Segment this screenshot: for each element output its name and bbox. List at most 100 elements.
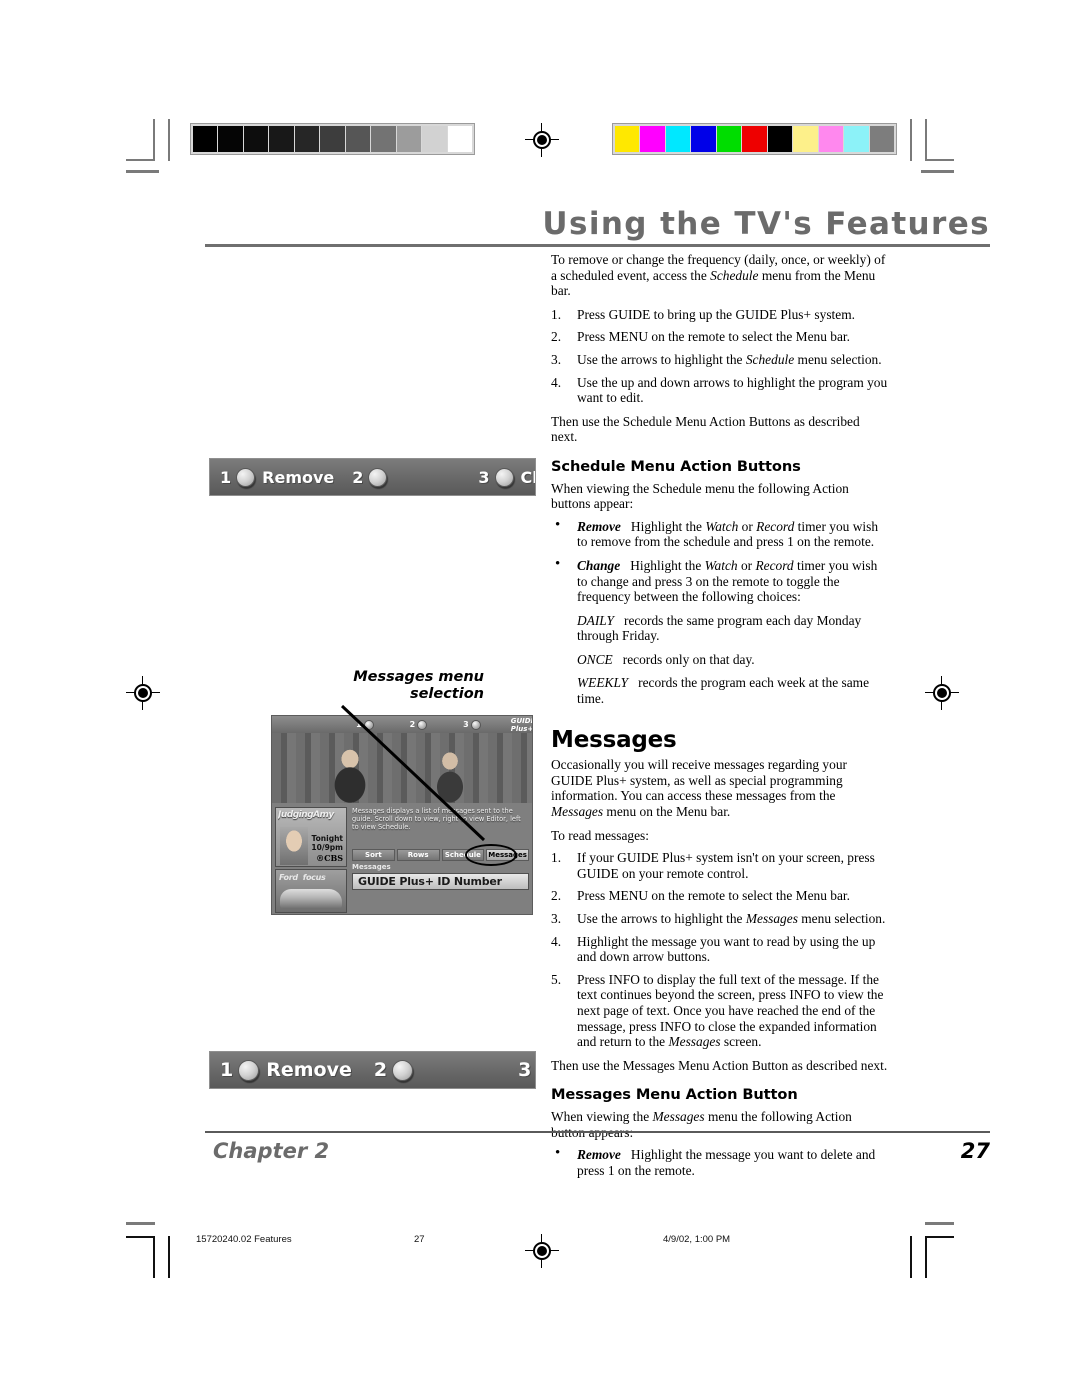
crop-mark-top-left-h2	[126, 170, 159, 173]
messages-closing-paragraph: Then use the Messages Menu Action Button…	[551, 1057, 888, 1073]
round-button-icon	[392, 1059, 414, 1081]
grayscale-swatch	[345, 126, 371, 152]
messages-intro-emphasis: Messages	[551, 804, 604, 820]
messages-action-bullets: • Remove Highlight the message you want …	[551, 1146, 889, 1178]
intro-paragraph: To remove or change the frequency (daily…	[551, 252, 889, 299]
messages-action-button-bar[interactable]: 1 Remove 2 3	[209, 1051, 536, 1089]
list-number: 2.	[551, 888, 562, 904]
messages-action-intro: When viewing the Messages menu the follo…	[551, 1109, 889, 1140]
tv-menu-item-rows[interactable]: Rows	[396, 849, 440, 861]
bullet-icon: •	[555, 555, 561, 572]
round-button-icon	[470, 719, 481, 730]
list-number: 5.	[551, 971, 562, 987]
list-text: Use the arrows to highlight the	[577, 911, 746, 926]
bullet-emphasis-2: Record	[755, 557, 794, 573]
list-item: 3. Use the arrows to highlight the Messa…	[551, 911, 889, 927]
list-item: 4. Use the up and down arrows to highlig…	[551, 375, 889, 406]
crop-mark-top-left-h	[126, 159, 155, 161]
title-rule	[205, 244, 990, 247]
schedule-action-button-bar[interactable]: 1 Remove 2 3 Change	[209, 458, 536, 496]
crop-mark-bottom-right-v	[925, 1236, 927, 1278]
list-item: 1. Press GUIDE to bring up the GUIDE Plu…	[551, 307, 889, 323]
action-button-number: 2	[373, 1059, 388, 1081]
crop-mark-bottom-left-h2	[126, 1236, 155, 1238]
action-button-label: Change	[520, 467, 535, 487]
bullet-icon: •	[555, 516, 561, 533]
color-swatch	[716, 126, 742, 152]
messages-action-intro-text: When viewing the	[551, 1108, 653, 1124]
grayscale-calibration-bar	[190, 123, 475, 155]
tv-id-row[interactable]: GUIDE Plus+ ID Number	[352, 873, 529, 890]
list-number: 1.	[551, 306, 562, 322]
color-calibration-bar	[612, 123, 897, 155]
messages-heading: Messages	[551, 726, 677, 753]
tv-airtime-line-2: 10/9pm	[311, 843, 343, 852]
callout-label: Messages menu selection	[294, 669, 484, 703]
round-button-icon	[417, 719, 428, 730]
action-button-remove[interactable]: 1 Remove	[220, 467, 335, 487]
bullet-emphasis-1: Watch	[704, 557, 738, 573]
action-button-2[interactable]: 2	[352, 467, 394, 487]
color-swatch	[818, 126, 844, 152]
list-item: 2. Press MENU on the remote to select th…	[551, 329, 889, 345]
action-button-3[interactable]: 3	[518, 1059, 535, 1081]
tv-video-thumbnail	[272, 733, 532, 803]
list-text: Use the up and down arrows to highlight …	[577, 374, 888, 406]
action-button-change[interactable]: 3 Change	[478, 467, 535, 487]
to-read-label: To read messages:	[551, 827, 649, 843]
round-button-icon	[494, 467, 514, 487]
callout-line-2: selection	[409, 686, 484, 702]
grayscale-swatch	[422, 126, 447, 152]
grayscale-swatch	[371, 126, 396, 152]
frequency-choice-weekly: WEEKLY records the program each week at …	[551, 675, 889, 706]
action-button-remove[interactable]: 1 Remove	[220, 1059, 352, 1081]
grayscale-swatch	[218, 126, 243, 152]
choice-text: records the same program each day Monday…	[577, 612, 862, 644]
grayscale-swatch	[193, 126, 218, 152]
list-text: Press GUIDE to bring up the GUIDE Plus+ …	[577, 306, 855, 322]
tv-advertisement-panel: Ford focus	[275, 869, 347, 913]
schedule-action-heading: Schedule Menu Action Buttons	[551, 457, 801, 475]
schedule-closing-paragraph: Then use the Schedule Menu Action Button…	[551, 413, 860, 445]
list-text: Use the arrows to highlight the	[577, 351, 746, 367]
tv-menu-item-sort[interactable]: Sort	[352, 849, 395, 861]
registration-mark-left	[126, 676, 160, 710]
schedule-steps-list: 1. Press GUIDE to bring up the GUIDE Plu…	[551, 307, 889, 406]
action-button-2[interactable]: 2	[374, 1059, 420, 1081]
tv-ad-brand-1: Ford	[279, 873, 298, 882]
tv-ad-brand: Ford focus	[279, 873, 326, 882]
bullet-text: Highlight the message you want to delete…	[577, 1147, 876, 1178]
crop-mark-top-right-h	[925, 159, 954, 161]
color-swatch	[640, 126, 665, 152]
list-item: • Change Highlight the Watch or Record t…	[551, 555, 889, 605]
list-text: Press MENU on the remote to select the M…	[577, 888, 850, 904]
tv-description-text: Messages displays a list of messages sen…	[352, 807, 521, 832]
color-swatch	[691, 126, 716, 152]
color-swatch	[869, 126, 894, 152]
list-item: 1. If your GUIDE Plus+ system isn't on y…	[551, 850, 889, 881]
bullet-text: Highlight the	[630, 557, 705, 573]
tv-program-logo: JudgingAmy	[278, 810, 334, 820]
action-button-label: Remove	[262, 467, 335, 487]
print-timestamp-label: 4/9/02, 1:00 PM	[663, 1234, 731, 1245]
color-swatch	[742, 126, 767, 152]
action-button-number: 1	[220, 467, 232, 487]
main-text-column: To remove or change the frequency (daily…	[551, 252, 889, 1186]
messages-intro-text: Occasionally you will receive messages r…	[551, 757, 847, 804]
list-number: 2.	[551, 329, 562, 345]
list-number: 1.	[551, 850, 562, 866]
round-button-icon	[238, 1059, 260, 1081]
choice-key: WEEKLY	[577, 675, 629, 691]
registration-mark-top	[525, 123, 559, 157]
grayscale-swatch	[447, 126, 472, 152]
list-emphasis: Messages	[668, 1034, 721, 1050]
bullet-emphasis-1: Watch	[705, 518, 739, 534]
tv-program-airtime: Tonight 10/9pm	[311, 834, 343, 852]
crop-mark-top-left-bar	[168, 119, 170, 161]
crop-mark-top-left-v	[153, 119, 155, 161]
tv-ad-car-image	[280, 889, 342, 909]
list-item: • Remove Highlight the Watch or Record t…	[551, 516, 889, 550]
crop-mark-top-right-bar	[910, 119, 912, 161]
messages-action-intro-emphasis: Messages	[652, 1108, 705, 1124]
action-button-label: Remove	[266, 1059, 352, 1081]
